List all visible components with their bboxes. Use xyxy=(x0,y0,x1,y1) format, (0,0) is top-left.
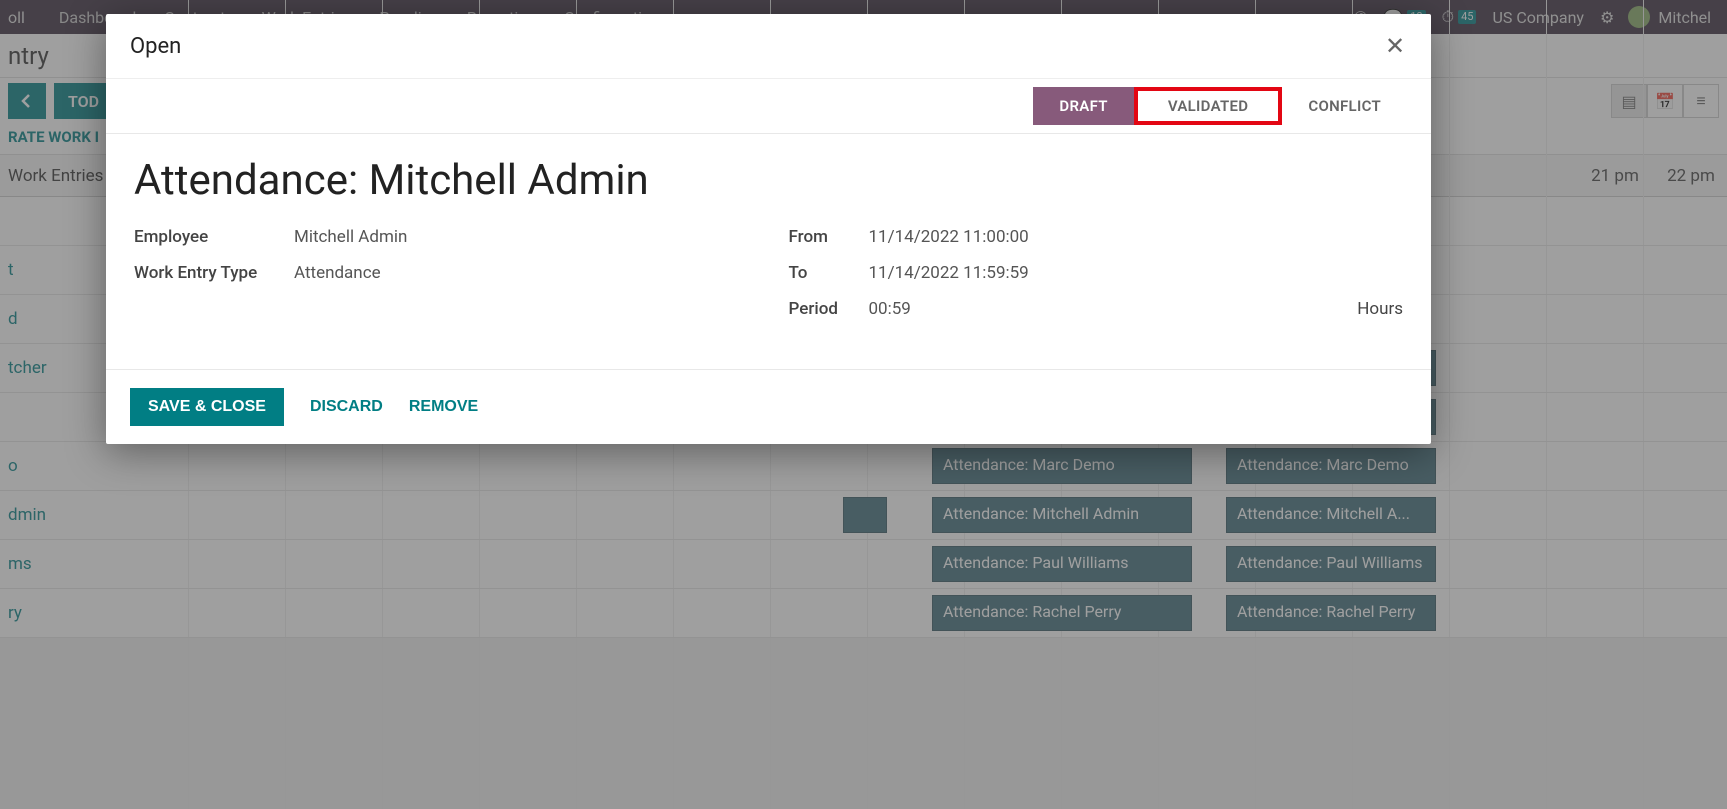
work-entry-modal: Open ✕ DRAFT VALIDATED CONFLICT Attendan… xyxy=(106,14,1431,444)
status-draft[interactable]: DRAFT xyxy=(1033,87,1133,125)
status-bar: DRAFT VALIDATED CONFLICT xyxy=(106,79,1431,134)
modal-header: Open ✕ xyxy=(106,14,1431,79)
work-entry-type-value[interactable]: Attendance xyxy=(294,263,381,283)
to-value[interactable]: 11/14/2022 11:59:59 xyxy=(869,263,1029,283)
status-conflict[interactable]: CONFLICT xyxy=(1282,87,1407,125)
from-label: From xyxy=(789,227,869,247)
modal-footer: SAVE & CLOSE DISCARD REMOVE xyxy=(106,369,1431,444)
work-entry-type-label: Work Entry Type xyxy=(134,263,294,283)
period-label: Period xyxy=(789,299,869,319)
remove-button[interactable]: REMOVE xyxy=(409,398,478,416)
employee-value[interactable]: Mitchell Admin xyxy=(294,227,407,247)
period-unit: Hours xyxy=(1357,299,1403,319)
modal-title: Open xyxy=(130,34,181,59)
employee-label: Employee xyxy=(134,227,294,247)
to-label: To xyxy=(789,263,869,283)
close-icon[interactable]: ✕ xyxy=(1383,32,1407,60)
save-button[interactable]: SAVE & CLOSE xyxy=(130,388,284,426)
discard-button[interactable]: DISCARD xyxy=(310,398,383,416)
status-validated[interactable]: VALIDATED xyxy=(1134,87,1283,125)
from-value[interactable]: 11/14/2022 11:00:00 xyxy=(869,227,1029,247)
period-value[interactable]: 00:59 xyxy=(869,299,911,319)
entry-title: Attendance: Mitchell Admin xyxy=(134,156,1403,205)
modal-body: Attendance: Mitchell Admin Employee Mitc… xyxy=(106,134,1431,369)
